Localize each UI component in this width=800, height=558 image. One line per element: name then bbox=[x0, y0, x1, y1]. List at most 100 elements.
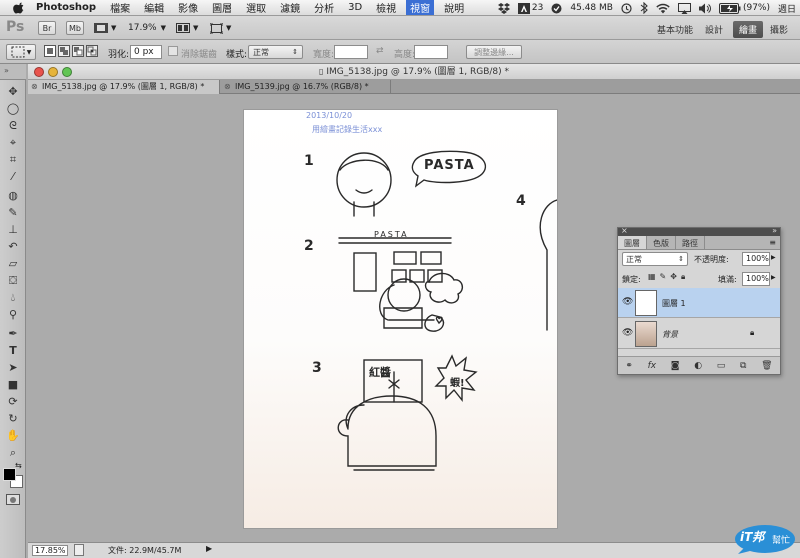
volume-icon[interactable] bbox=[698, 3, 711, 14]
document-info-icon[interactable] bbox=[74, 544, 84, 556]
view-extras-dropdown[interactable]: ▼ bbox=[94, 21, 120, 35]
eyedropper-tool-icon[interactable]: ⁄ bbox=[4, 169, 22, 185]
status-zoom-input[interactable]: 17.85% bbox=[32, 545, 68, 556]
eye-icon[interactable]: 👁︎ bbox=[622, 297, 633, 307]
zoom-dropdown[interactable]: 17.9% ▼ bbox=[128, 21, 166, 35]
workspace-design[interactable]: 設計 bbox=[705, 23, 723, 36]
zoom-tool-icon[interactable]: ⌕ bbox=[4, 445, 22, 461]
opacity-slider-arrow-icon[interactable]: ▶ bbox=[771, 254, 776, 261]
3d-orbit-tool-icon[interactable]: ↻ bbox=[4, 411, 22, 427]
fill-input[interactable]: 100% bbox=[742, 272, 770, 286]
lasso-tool-icon[interactable]: ᘓ bbox=[4, 118, 22, 134]
antialias-checkbox[interactable] bbox=[168, 46, 178, 56]
tab-img-5138[interactable]: ⊗ IMG_5138.jpg @ 17.9% (圖層 1, RGB/8) * bbox=[28, 80, 220, 94]
swap-icon[interactable]: ⇄ bbox=[376, 46, 384, 56]
wifi-icon[interactable] bbox=[656, 3, 670, 14]
pen-tool-icon[interactable]: ✒ bbox=[4, 326, 22, 342]
workspace-essentials[interactable]: 基本功能 bbox=[657, 23, 693, 36]
new-group-icon[interactable]: ▭ bbox=[717, 361, 726, 371]
menu-3d[interactable]: 3D bbox=[348, 2, 362, 13]
spot-healing-tool-icon[interactable]: ◍ bbox=[4, 188, 22, 204]
3d-rotate-tool-icon[interactable]: ⟳ bbox=[4, 394, 22, 410]
tab-channels[interactable]: 色版 bbox=[647, 236, 676, 249]
feather-input[interactable]: 0 px bbox=[130, 45, 162, 59]
add-mask-icon[interactable]: ◙ bbox=[671, 361, 680, 371]
menu-filter[interactable]: 濾鏡 bbox=[280, 0, 300, 15]
eraser-tool-icon[interactable]: ▱ bbox=[4, 256, 22, 272]
clock-day[interactable]: 週日 bbox=[778, 2, 796, 15]
crop-tool-icon[interactable]: ⌗ bbox=[4, 152, 22, 168]
sync-icon[interactable] bbox=[551, 3, 562, 14]
lock-icons[interactable]: ▦✎✥🔒︎ bbox=[648, 272, 689, 282]
layer-row-background[interactable]: 👁︎ 背景 🔒︎ bbox=[618, 319, 780, 349]
rectangle-tool-icon[interactable]: ■ bbox=[4, 377, 22, 393]
refine-edge-button[interactable]: 調整邊緣... bbox=[466, 45, 522, 59]
apple-icon[interactable] bbox=[12, 2, 26, 14]
menu-layer[interactable]: 圖層 bbox=[212, 0, 232, 15]
menu-edit[interactable]: 編輯 bbox=[144, 0, 164, 15]
workspace-photography[interactable]: 攝影 bbox=[770, 23, 788, 36]
menu-image[interactable]: 影像 bbox=[178, 0, 198, 15]
fx-icon[interactable]: fx bbox=[648, 361, 657, 371]
adobe-icon[interactable]: 23 bbox=[517, 2, 543, 14]
delete-layer-icon[interactable]: 🗑︎ bbox=[761, 361, 772, 371]
blend-mode-select[interactable]: 正常 ⇕ bbox=[622, 252, 688, 266]
foreground-color-swatch[interactable] bbox=[3, 468, 16, 481]
mini-bridge-button[interactable]: Mb bbox=[66, 21, 84, 35]
move-tool-icon[interactable]: ✥ bbox=[4, 84, 22, 100]
tab-layers[interactable]: 圖層 bbox=[618, 236, 647, 249]
quick-mask-icon[interactable] bbox=[6, 494, 20, 505]
fill-slider-arrow-icon[interactable]: ▶ bbox=[771, 274, 776, 281]
eye-icon[interactable]: 👁︎ bbox=[622, 328, 633, 338]
add-selection-icon[interactable] bbox=[58, 45, 70, 57]
tab-paths[interactable]: 路徑 bbox=[676, 236, 705, 249]
clone-stamp-tool-icon[interactable]: ⊥ bbox=[4, 222, 22, 238]
opacity-input[interactable]: 100% bbox=[742, 252, 770, 266]
dropbox-icon[interactable] bbox=[497, 2, 510, 14]
canvas-image[interactable]: 1 2 3 4 2013/10/20 用繪畫記錄生活xxx PASTA PAST… bbox=[244, 110, 557, 528]
time-machine-icon[interactable] bbox=[621, 2, 632, 14]
menu-window[interactable]: 視窗 bbox=[406, 0, 435, 15]
close-window-icon[interactable] bbox=[34, 67, 44, 77]
collapse-panel-icon[interactable]: » bbox=[772, 226, 777, 235]
status-menu-arrow-icon[interactable]: ▶ bbox=[206, 544, 212, 553]
width-input[interactable] bbox=[334, 45, 368, 59]
tool-preset-picker[interactable]: ▼ bbox=[6, 44, 36, 60]
menu-help[interactable]: 說明 bbox=[444, 0, 464, 15]
new-selection-icon[interactable] bbox=[44, 45, 56, 57]
airplay-icon[interactable] bbox=[677, 2, 691, 14]
panel-grip[interactable]: × » bbox=[618, 226, 780, 236]
arrange-documents-dropdown[interactable]: ▼ bbox=[176, 21, 198, 35]
minimize-window-icon[interactable] bbox=[48, 67, 58, 77]
screen-mode-dropdown[interactable]: ▼ bbox=[210, 21, 231, 35]
menu-analysis[interactable]: 分析 bbox=[314, 0, 334, 15]
zoom-window-icon[interactable] bbox=[62, 67, 72, 77]
tools-panel-header[interactable]: » bbox=[0, 64, 26, 80]
tab-img-5139[interactable]: ⊗ IMG_5139.jpg @ 16.7% (RGB/8) * bbox=[221, 80, 391, 94]
intersect-selection-icon[interactable] bbox=[86, 45, 98, 57]
link-layers-icon[interactable]: ⚭ bbox=[625, 361, 633, 371]
new-layer-icon[interactable]: ⧉ bbox=[740, 361, 746, 371]
workspace-painting[interactable]: 繪畫 bbox=[733, 21, 764, 38]
path-selection-tool-icon[interactable]: ➤ bbox=[4, 360, 22, 376]
style-select[interactable]: 正常 ⇕ bbox=[248, 45, 303, 59]
elliptical-marquee-tool-icon[interactable]: ◯ bbox=[4, 101, 22, 117]
hand-tool-icon[interactable]: ✋ bbox=[4, 428, 22, 444]
type-tool-icon[interactable]: T bbox=[4, 343, 22, 359]
bluetooth-icon[interactable] bbox=[640, 2, 648, 14]
panel-menu-icon[interactable]: ≡ bbox=[765, 236, 780, 249]
blur-tool-icon[interactable]: 💧︎ bbox=[4, 290, 22, 306]
brush-tool-icon[interactable]: ✎ bbox=[4, 205, 22, 221]
swap-colors-icon[interactable]: ⇆ bbox=[15, 461, 22, 470]
layer-row-layer1[interactable]: 👁︎ 圖層 1 bbox=[618, 288, 780, 318]
height-input[interactable] bbox=[414, 45, 448, 59]
app-name-menu[interactable]: Photoshop bbox=[36, 2, 96, 13]
document-title-bar[interactable]: ▯ IMG_5138.jpg @ 17.9% (圖層 1, RGB/8) * bbox=[28, 64, 800, 80]
subtract-selection-icon[interactable] bbox=[72, 45, 84, 57]
menu-select[interactable]: 選取 bbox=[246, 0, 266, 15]
quick-selection-tool-icon[interactable]: ⌖ bbox=[4, 135, 22, 151]
close-panel-icon[interactable]: × bbox=[621, 226, 628, 235]
menu-file[interactable]: 檔案 bbox=[110, 0, 130, 15]
menu-view[interactable]: 檢視 bbox=[376, 0, 396, 15]
dodge-tool-icon[interactable]: ⚲ bbox=[4, 307, 22, 323]
